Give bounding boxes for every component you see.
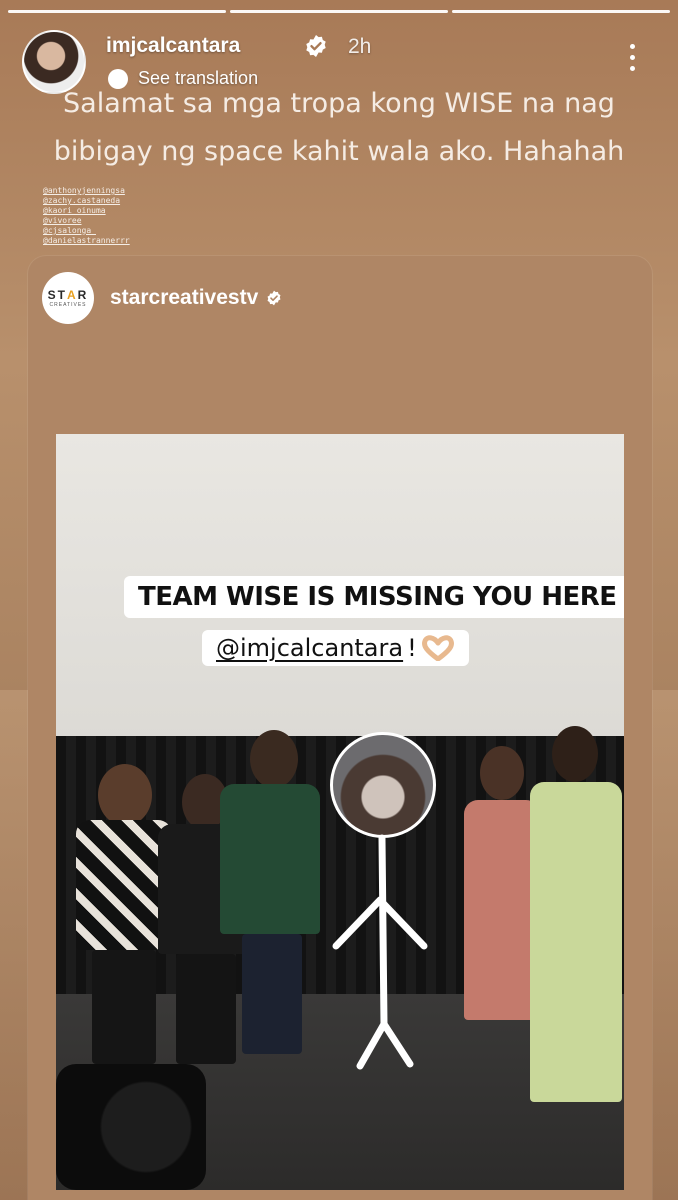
background-blur-right	[648, 690, 678, 1200]
verified-badge-icon	[267, 290, 281, 306]
shared-post-header[interactable]: STAR CREATIVES starcreativestv	[42, 272, 282, 324]
tagged-user-photo	[330, 732, 436, 838]
stick-figure-drawing	[332, 834, 428, 1070]
mention-link[interactable]: @anthonyjenningsa	[43, 186, 130, 196]
post-time: 2h	[348, 35, 372, 58]
shared-post-card[interactable]: STAR CREATIVES starcreativestv TEAM WISE…	[28, 256, 652, 1200]
story-caption: Salamat sa mga tropa kong WISE na nag bi…	[24, 80, 654, 176]
progress-segment	[8, 10, 226, 13]
mention-sticker[interactable]: @imjcalcantara	[216, 634, 403, 662]
progress-segment	[230, 10, 448, 13]
mention-link[interactable]: @vivoree	[43, 216, 130, 226]
story-mention-banner: @imjcalcantara !	[202, 630, 469, 666]
mention-link[interactable]: @kaori_oinuma	[43, 206, 130, 216]
verified-badge-icon	[306, 35, 326, 57]
mention-link[interactable]: @danielastrannerrr	[43, 236, 130, 246]
progress-segment	[452, 10, 670, 13]
username[interactable]: imjcalcantara	[106, 34, 240, 58]
heart-hands-emoji	[421, 635, 454, 661]
background-blur-left	[0, 690, 30, 1200]
shared-photo: TEAM WISE IS MISSING YOU HERE @imjcalcan…	[56, 434, 624, 1190]
star-creatives-logo[interactable]: STAR CREATIVES	[42, 272, 94, 324]
camera-foreground	[56, 1064, 206, 1190]
mention-link[interactable]: @cjsalonga_	[43, 226, 130, 236]
story-text-banner: TEAM WISE IS MISSING YOU HERE	[124, 576, 624, 618]
mention-link[interactable]: @zachy.castaneda	[43, 196, 130, 206]
caption-line-2: bibigay ng space kahit wala ako. Hahahah	[53, 136, 625, 167]
shared-account-name[interactable]: starcreativestv	[110, 286, 258, 310]
mention-list: @anthonyjenningsa @zachy.castaneda @kaor…	[43, 186, 130, 246]
person-5	[526, 726, 624, 1146]
person-3	[216, 730, 326, 1070]
story-progress-bar	[8, 10, 670, 13]
more-options-icon[interactable]	[630, 44, 636, 71]
caption-line-1: Salamat sa mga tropa kong WISE na nag	[63, 88, 615, 119]
